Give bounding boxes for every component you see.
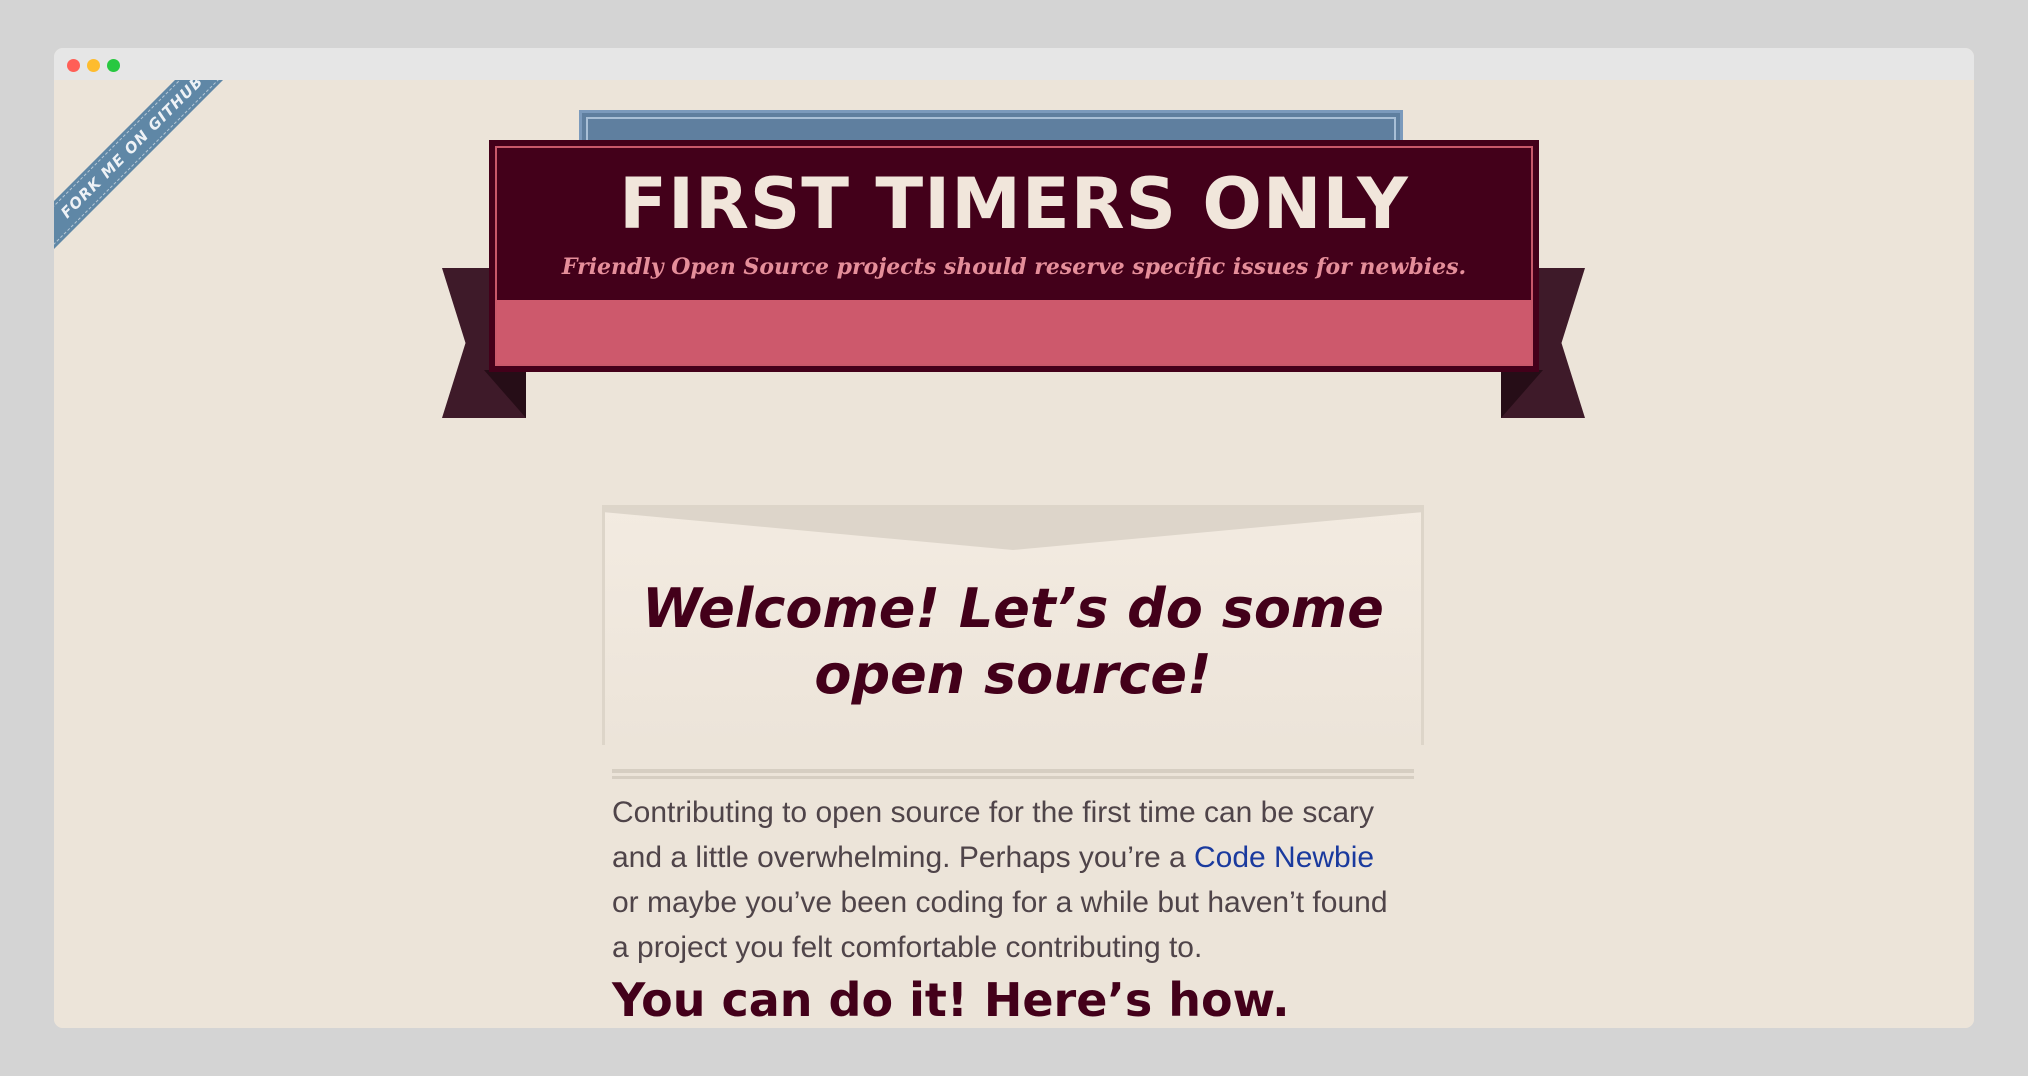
minimize-window-button[interactable]: [87, 59, 100, 72]
fork-me-on-github-ribbon[interactable]: FORK ME ON GITHUB: [54, 80, 258, 273]
banner-bottom-band: [497, 300, 1531, 364]
divider: [612, 776, 1414, 779]
intro-paragraph: Contributing to open source for the firs…: [612, 790, 1402, 970]
site-tagline: Friendly Open Source projects should res…: [561, 254, 1467, 280]
close-window-button[interactable]: [67, 59, 80, 72]
welcome-heading: Welcome! Let’s do some open source!: [642, 577, 1384, 706]
welcome-card-fold: [605, 508, 1421, 550]
window-titlebar: [54, 48, 1974, 80]
browser-window: FORK ME ON GITHUB FIRST TIMERS ONLY Frie…: [54, 48, 1974, 1028]
site-banner: FIRST TIMERS ONLY Friendly Open Source p…: [489, 140, 1539, 372]
divider: [612, 769, 1414, 773]
site-title: FIRST TIMERS ONLY: [619, 163, 1409, 245]
welcome-card: Welcome! Let’s do some open source!: [602, 505, 1424, 745]
intro-text-end: or maybe you’ve been coding for a while …: [612, 886, 1388, 964]
maximize-window-button[interactable]: [107, 59, 120, 72]
page-viewport: FORK ME ON GITHUB FIRST TIMERS ONLY Frie…: [54, 80, 1974, 1028]
code-newbie-link[interactable]: Code Newbie: [1194, 841, 1374, 874]
how-to-heading: You can do it! Here’s how.: [612, 973, 1290, 1027]
banner-inner-frame: FIRST TIMERS ONLY Friendly Open Source p…: [495, 146, 1533, 366]
